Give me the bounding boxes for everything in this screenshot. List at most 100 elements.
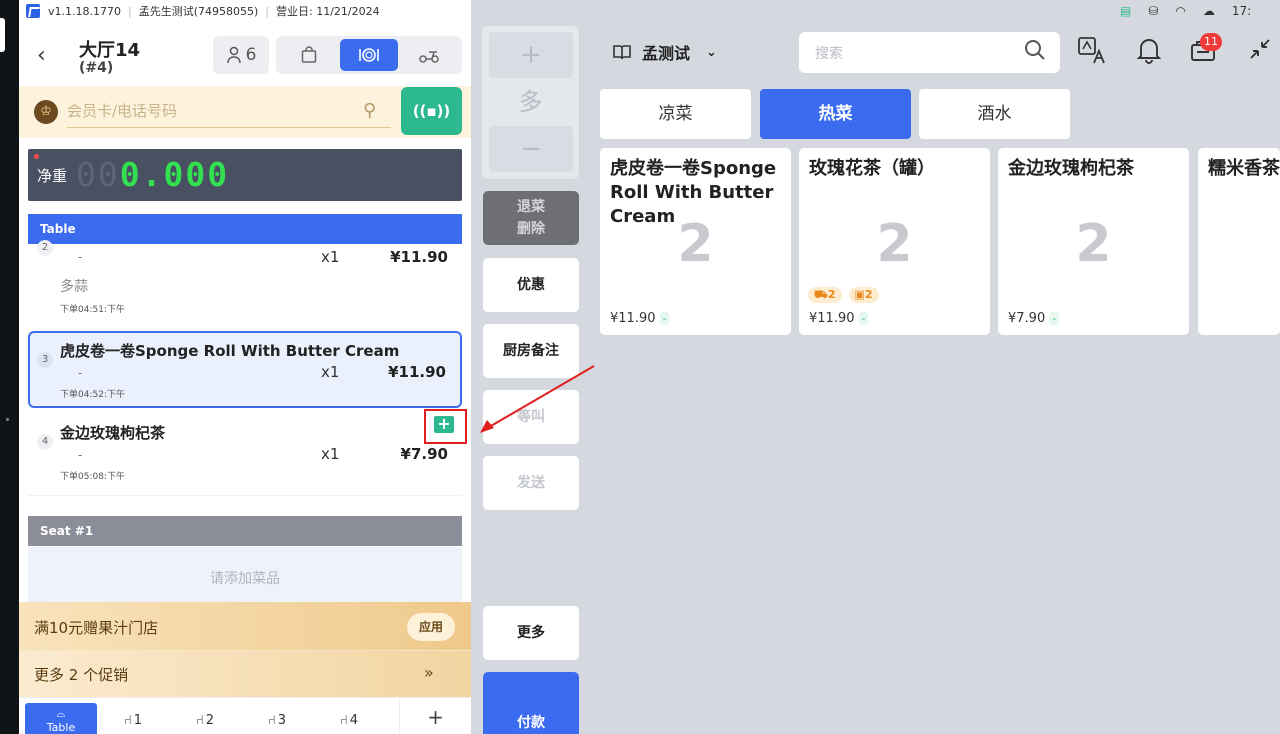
guest-count: 6 [245, 45, 257, 65]
double-chevron-right-icon: » [424, 663, 434, 682]
book-icon [613, 45, 631, 60]
notification-badge: 11 [1200, 33, 1222, 51]
window-edge [0, 0, 19, 734]
category-tab-drinks[interactable]: 酒水 [919, 89, 1070, 139]
discount-button[interactable]: 优惠 [483, 258, 579, 312]
collapse-icon[interactable] [1245, 36, 1275, 70]
product-name: 金边玫瑰枸杞茶 [1008, 158, 1134, 179]
chair-icon: ⑁ [195, 713, 204, 728]
order-item[interactable]: 2 - x1 ¥11.90 多蒜 下单04:51:下午 [28, 238, 462, 324]
order-item[interactable]: 4 金边玫瑰枸杞茶 - x1 ¥7.90 下单05:08:下午 [28, 412, 462, 496]
seat-empty-placeholder[interactable]: 请添加菜品 [28, 547, 462, 607]
quantity-stepper: + 多 − [482, 26, 579, 179]
chair-icon: ⑁ [123, 713, 132, 728]
search-icon[interactable] [1023, 38, 1047, 68]
database-icon: ⛁ [1148, 4, 1159, 18]
bell-icon[interactable] [1134, 36, 1164, 70]
product-name: 玫瑰花茶（罐） [809, 158, 935, 179]
send-button[interactable]: 发送 [483, 456, 579, 510]
product-price: ¥7.90- [1008, 311, 1060, 326]
multi-quantity-label[interactable]: 多 [482, 84, 579, 120]
item-price: ¥11.90 [388, 363, 446, 381]
business-day: 营业日: 11/21/2024 [276, 5, 380, 18]
back-icon[interactable]: ‹ [37, 44, 59, 68]
table-number: (#4) [79, 60, 114, 76]
store-selector[interactable]: 孟测试 ⌄ [612, 40, 717, 64]
seat-tab-1[interactable]: ⑁ 1 [103, 706, 163, 734]
decrease-quantity-button[interactable]: − [489, 126, 573, 172]
clock-time: 17: [1231, 4, 1252, 18]
product-card[interactable]: 玫瑰花茶（罐） 2 ⛟2 ▣2 ¥11.90- [799, 148, 990, 335]
member-phone-input[interactable]: 会员卡/电话号码 [67, 98, 391, 128]
translate-icon[interactable] [1077, 36, 1107, 70]
annotation-arrow [480, 365, 595, 433]
product-card[interactable]: 金边玫瑰枸杞茶 2 ¥7.90- [998, 148, 1189, 335]
increase-quantity-button[interactable]: + [489, 32, 573, 78]
scooter-icon [419, 51, 439, 63]
scale-label: 净重 [37, 167, 68, 185]
delivery-mode-button[interactable] [400, 39, 458, 71]
item-spec: - [78, 250, 83, 264]
product-stock-chip: - [858, 312, 869, 325]
service-mode-switch [276, 36, 462, 74]
more-promotions-text: 更多 2 个促销 [34, 666, 129, 684]
dine-in-mode-button[interactable] [340, 39, 398, 71]
system-status-bar: ▤ ⛁ ◠ ☁ 17: [1120, 0, 1280, 22]
item-time: 下单04:51:下午 [60, 305, 125, 315]
pay-button[interactable]: 付款 [483, 672, 579, 734]
seat-tab-3[interactable]: ⑁ 3 [247, 706, 307, 734]
seat-tab-table[interactable]: ⌓ Table [25, 703, 97, 734]
seat-tab-label: 2 [205, 713, 215, 728]
section-header-seat[interactable]: Seat #1 [28, 516, 462, 546]
add-seat-button[interactable]: + [399, 698, 471, 734]
scale-display: 净重 000.000 [28, 149, 462, 201]
promotion-text: 满10元赠果汁门店 [34, 619, 159, 637]
item-time: 下单05:08:下午 [60, 472, 125, 482]
item-price: ¥7.90 [400, 445, 448, 463]
takeout-mode-button[interactable] [280, 39, 338, 71]
product-stock-chip: - [1049, 312, 1060, 325]
item-time: 下单04:52:下午 [60, 390, 125, 400]
more-button[interactable]: 更多 [483, 606, 579, 660]
item-qty: x1 [321, 363, 340, 381]
cart-tag-count: 2 [827, 288, 836, 301]
battery-icon: ▤ [1120, 4, 1132, 18]
product-count: 2 [1075, 214, 1112, 274]
seat-tab-2[interactable]: ⑁ 2 [175, 706, 235, 734]
divider: | [128, 4, 132, 18]
search-placeholder: 搜索 [815, 46, 843, 62]
apply-promotion-button[interactable]: 应用 [407, 613, 455, 641]
cart-tag: ⛟2 [808, 287, 842, 303]
order-item-selected[interactable]: 3 虎皮卷一卷Sponge Roll With Butter Cream - x… [28, 331, 462, 408]
edge-dot [6, 418, 9, 421]
category-tab-cold-dishes[interactable]: 凉菜 [600, 89, 751, 139]
edge-handle[interactable] [0, 18, 5, 52]
product-card[interactable]: 虎皮卷一卷Sponge Roll With Butter Cream 2 ¥11… [600, 148, 791, 335]
product-price: ¥11.90- [809, 311, 869, 326]
more-promotions-row[interactable]: 更多 2 个促销 » [19, 651, 471, 697]
category-tab-hot-dishes[interactable]: 热菜 [760, 89, 911, 139]
item-price: ¥11.90 [390, 248, 448, 266]
item-spec: - [78, 366, 83, 380]
item-index: 2 [37, 240, 53, 256]
product-search-input[interactable]: 搜索 [799, 32, 1060, 73]
app-logo-icon [26, 4, 40, 18]
guest-count-button[interactable]: 6 [213, 36, 269, 74]
cloud-icon: ☁ [1202, 4, 1215, 18]
product-tags: ⛟2 ▣2 [808, 287, 879, 303]
nfc-card-button[interactable]: ((▪)) [401, 87, 462, 135]
void-label: 退菜 [517, 199, 545, 215]
product-price-value: ¥11.90 [809, 311, 855, 326]
seat-tab-4[interactable]: ⑁ 4 [319, 706, 379, 734]
item-qty: x1 [321, 248, 340, 266]
seat-tab-label: 4 [349, 713, 359, 728]
search-icon[interactable]: ⚲ [363, 100, 376, 121]
void-delete-button[interactable]: 退菜 删除 [483, 191, 579, 245]
package-tag: ▣2 [848, 287, 879, 303]
package-tag-count: 2 [864, 288, 873, 301]
scale-status-dot [34, 154, 39, 159]
delete-label: 删除 [517, 221, 545, 237]
promotion-row: 满10元赠果汁门店 应用 [19, 602, 471, 651]
product-count: 2 [876, 214, 913, 274]
product-card[interactable]: 糯米香茶 [1198, 148, 1280, 335]
